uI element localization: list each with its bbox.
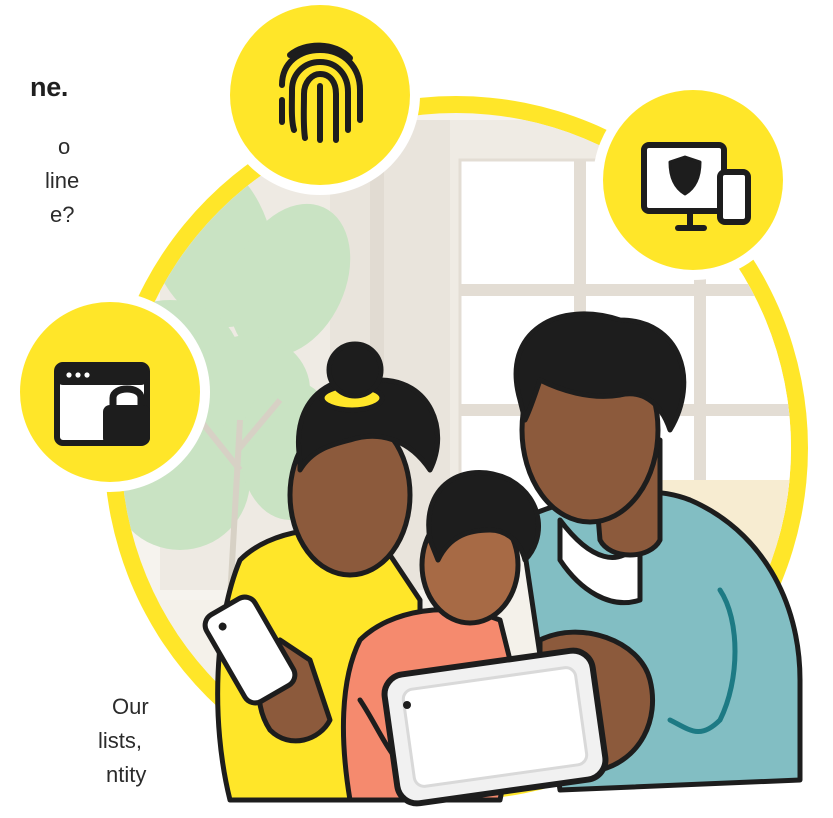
browser-lock-icon bbox=[54, 362, 150, 446]
browser-lock-badge bbox=[10, 292, 210, 492]
fingerprint-icon bbox=[279, 42, 363, 143]
device-security-badge bbox=[593, 80, 793, 280]
family-security-illustration bbox=[10, 0, 808, 807]
tablet-device bbox=[381, 647, 609, 807]
fingerprint-badge bbox=[220, 0, 420, 195]
